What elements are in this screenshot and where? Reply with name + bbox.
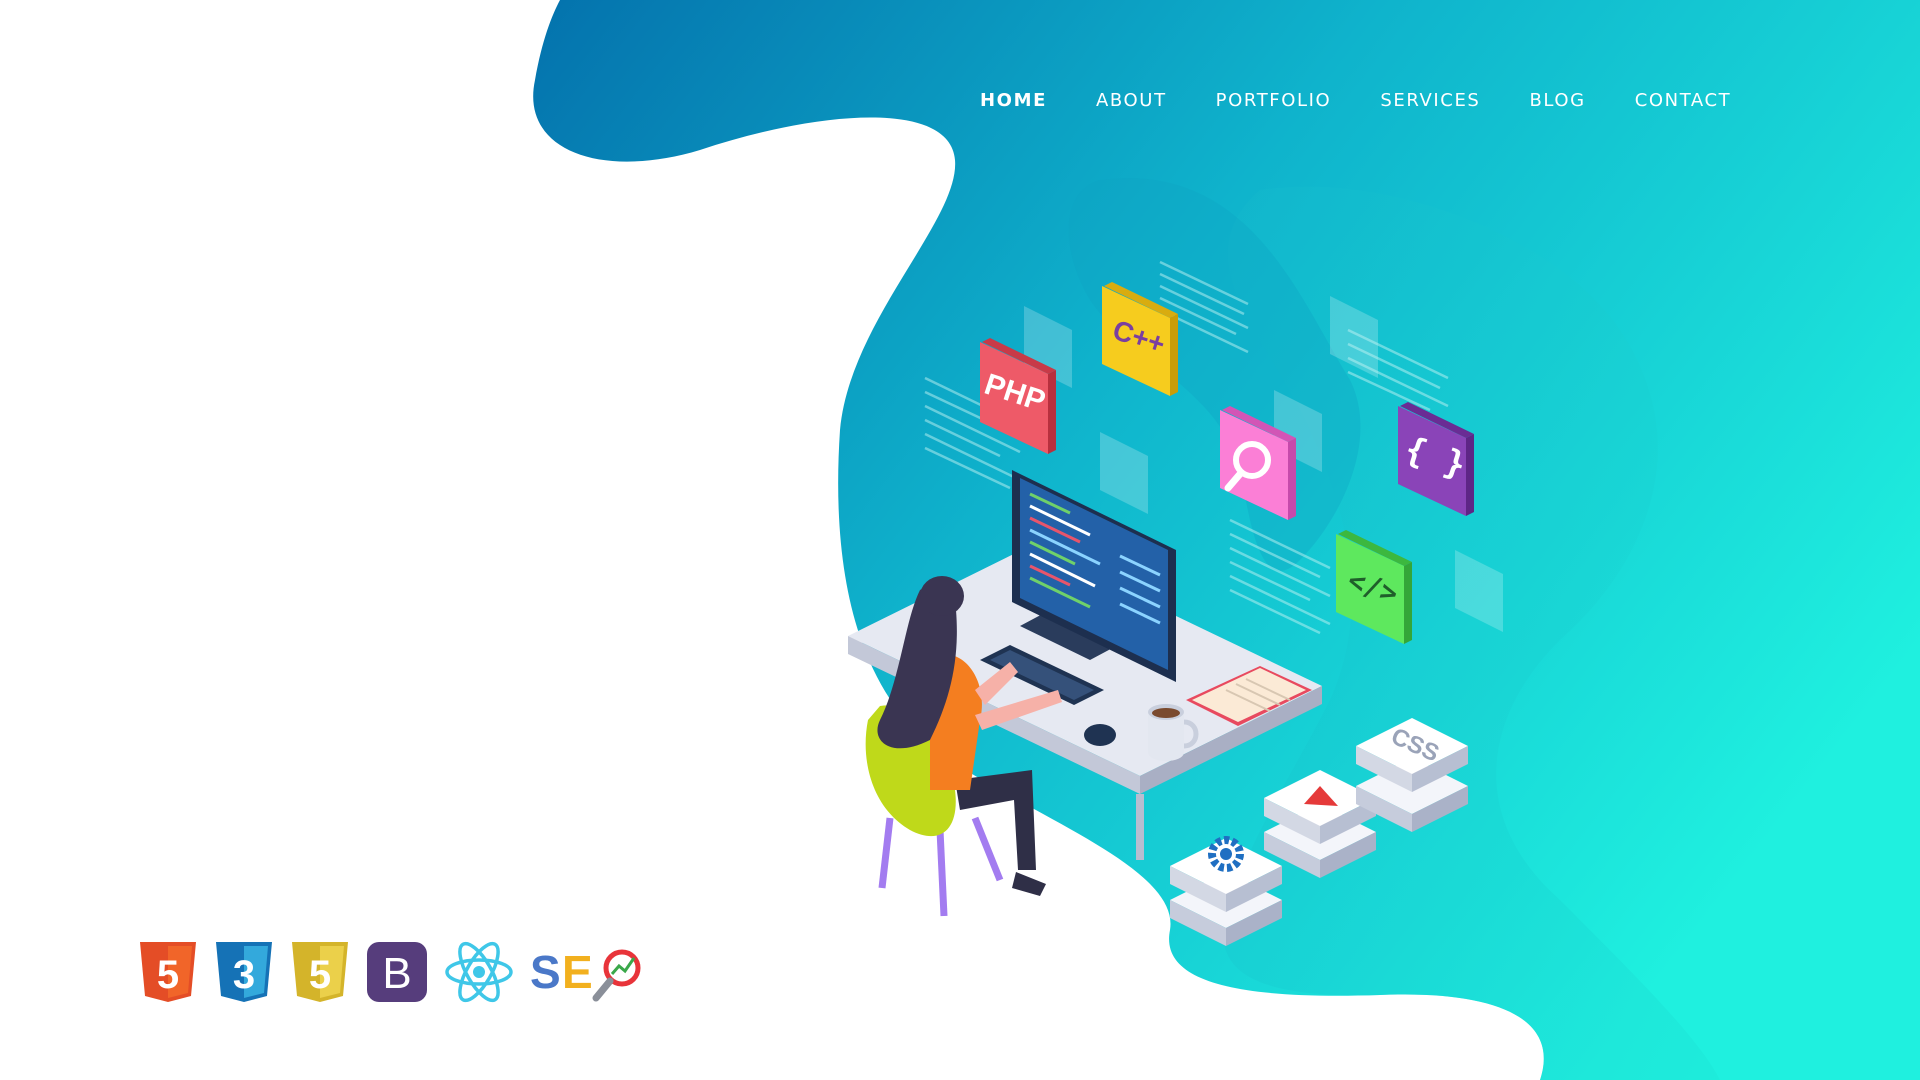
mouse — [1084, 724, 1116, 746]
html5-label: 5 — [157, 953, 179, 997]
braces-tile-icon: { } — [1398, 402, 1474, 516]
gear-block — [1170, 836, 1282, 946]
seo-icon: S E — [530, 946, 641, 1002]
css3-label: 3 — [233, 953, 255, 997]
javascript-icon: 5 — [292, 942, 348, 1002]
code-tile-icon: </> — [1336, 530, 1412, 644]
seo-s-letter: S — [530, 946, 561, 998]
javascript-label: 5 — [309, 953, 331, 997]
css3-icon: 3 — [216, 942, 272, 1002]
tech-stack-logos: 5 3 5 B S E — [138, 940, 648, 1004]
html5-icon: 5 — [140, 942, 196, 1002]
developer-illustration: PHP C++ { } </> CSS — [848, 260, 1503, 946]
react-icon — [445, 941, 513, 1003]
bootstrap-label: B — [382, 949, 411, 998]
bootstrap-icon: B — [367, 942, 427, 1002]
seo-e-letter: E — [562, 946, 593, 998]
cpp-tile-icon: C++ — [1102, 282, 1178, 396]
